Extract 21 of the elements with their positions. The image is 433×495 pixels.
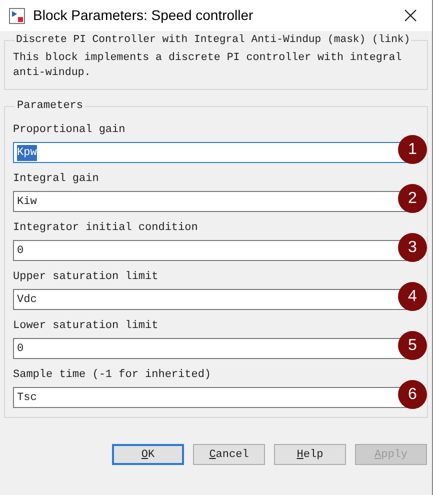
dialog-button[interactable]: OK: [112, 444, 184, 466]
group-title: Discrete PI Controller with Integral Anti-Windup (mask) (link): [15, 33, 412, 48]
number-badge: 6: [398, 380, 427, 410]
description-text: This block implements a discrete PI controller with integral anti-windup.: [13, 50, 403, 81]
field-label: Proportional gain: [13, 123, 126, 138]
number-badge: 4: [398, 282, 427, 312]
field-label: Sample time (-1 for inherited): [13, 368, 212, 382]
field-label: Integral gain: [13, 172, 100, 186]
dialog-button[interactable]: Help: [274, 444, 346, 466]
number-badge: 2: [398, 184, 427, 214]
field-label: Integrator initial condition: [13, 221, 199, 236]
number-badge: 1: [398, 135, 427, 164]
block-icon: [9, 8, 25, 24]
close-icon[interactable]: [404, 9, 417, 22]
window-title: Block Parameters: Speed controller: [33, 6, 254, 25]
field-label: Lower saturation limit: [13, 319, 160, 334]
field-label: Upper saturation limit: [13, 270, 160, 284]
number-badge: 3: [398, 233, 427, 262]
dialog-button[interactable]: Cancel: [193, 444, 265, 466]
group-title: Parameters: [16, 98, 84, 114]
number-badge: 5: [398, 331, 427, 360]
